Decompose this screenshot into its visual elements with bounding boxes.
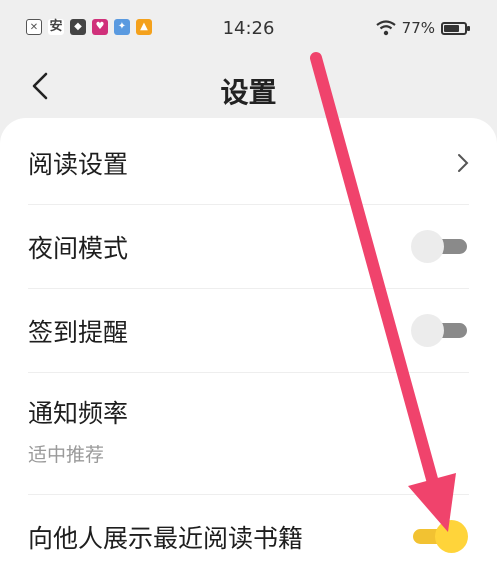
battery-icon: [441, 21, 470, 35]
divider: [28, 288, 469, 289]
wifi-icon: [375, 20, 396, 36]
divider: [28, 204, 469, 205]
night-mode-toggle[interactable]: [411, 230, 469, 264]
notification-frequency-row[interactable]: 通知频率 适中推荐: [28, 394, 469, 474]
show-recent-books-toggle[interactable]: [411, 520, 469, 554]
night-mode-row: 夜间模式: [28, 216, 469, 278]
status-bar: ✕ 安 ◆ ♥ ✦ ▲ 14:26 77%: [0, 0, 497, 58]
reading-settings-row[interactable]: 阅读设置: [28, 132, 469, 194]
battery-percent: 77%: [401, 19, 435, 37]
checkin-reminder-label: 签到提醒: [28, 318, 129, 347]
settings-card: 阅读设置 夜间模式 签到提醒 通知频率 适中推荐 向他人展示最近阅读书籍: [0, 118, 497, 582]
show-recent-books-label: 向他人展示最近阅读书籍: [28, 524, 304, 553]
show-recent-books-row: 向他人展示最近阅读书籍: [28, 506, 469, 568]
battery-level: [444, 24, 460, 32]
checkin-reminder-row: 签到提醒: [28, 300, 469, 362]
checkin-reminder-toggle[interactable]: [411, 314, 469, 348]
chevron-right-icon: [458, 154, 469, 172]
nav-bar: 设置: [0, 58, 497, 116]
reading-settings-label: 阅读设置: [28, 150, 129, 179]
notification-frequency-value: 适中推荐: [28, 444, 105, 466]
status-indicators: 77%: [375, 19, 470, 37]
toggle-knob: [411, 314, 444, 347]
page-title: 设置: [220, 76, 277, 109]
toggle-knob: [435, 520, 468, 553]
divider: [28, 494, 469, 495]
night-mode-label: 夜间模式: [28, 234, 129, 263]
notification-frequency-label: 通知频率: [28, 399, 129, 428]
divider: [28, 372, 469, 373]
toggle-knob: [411, 230, 444, 263]
